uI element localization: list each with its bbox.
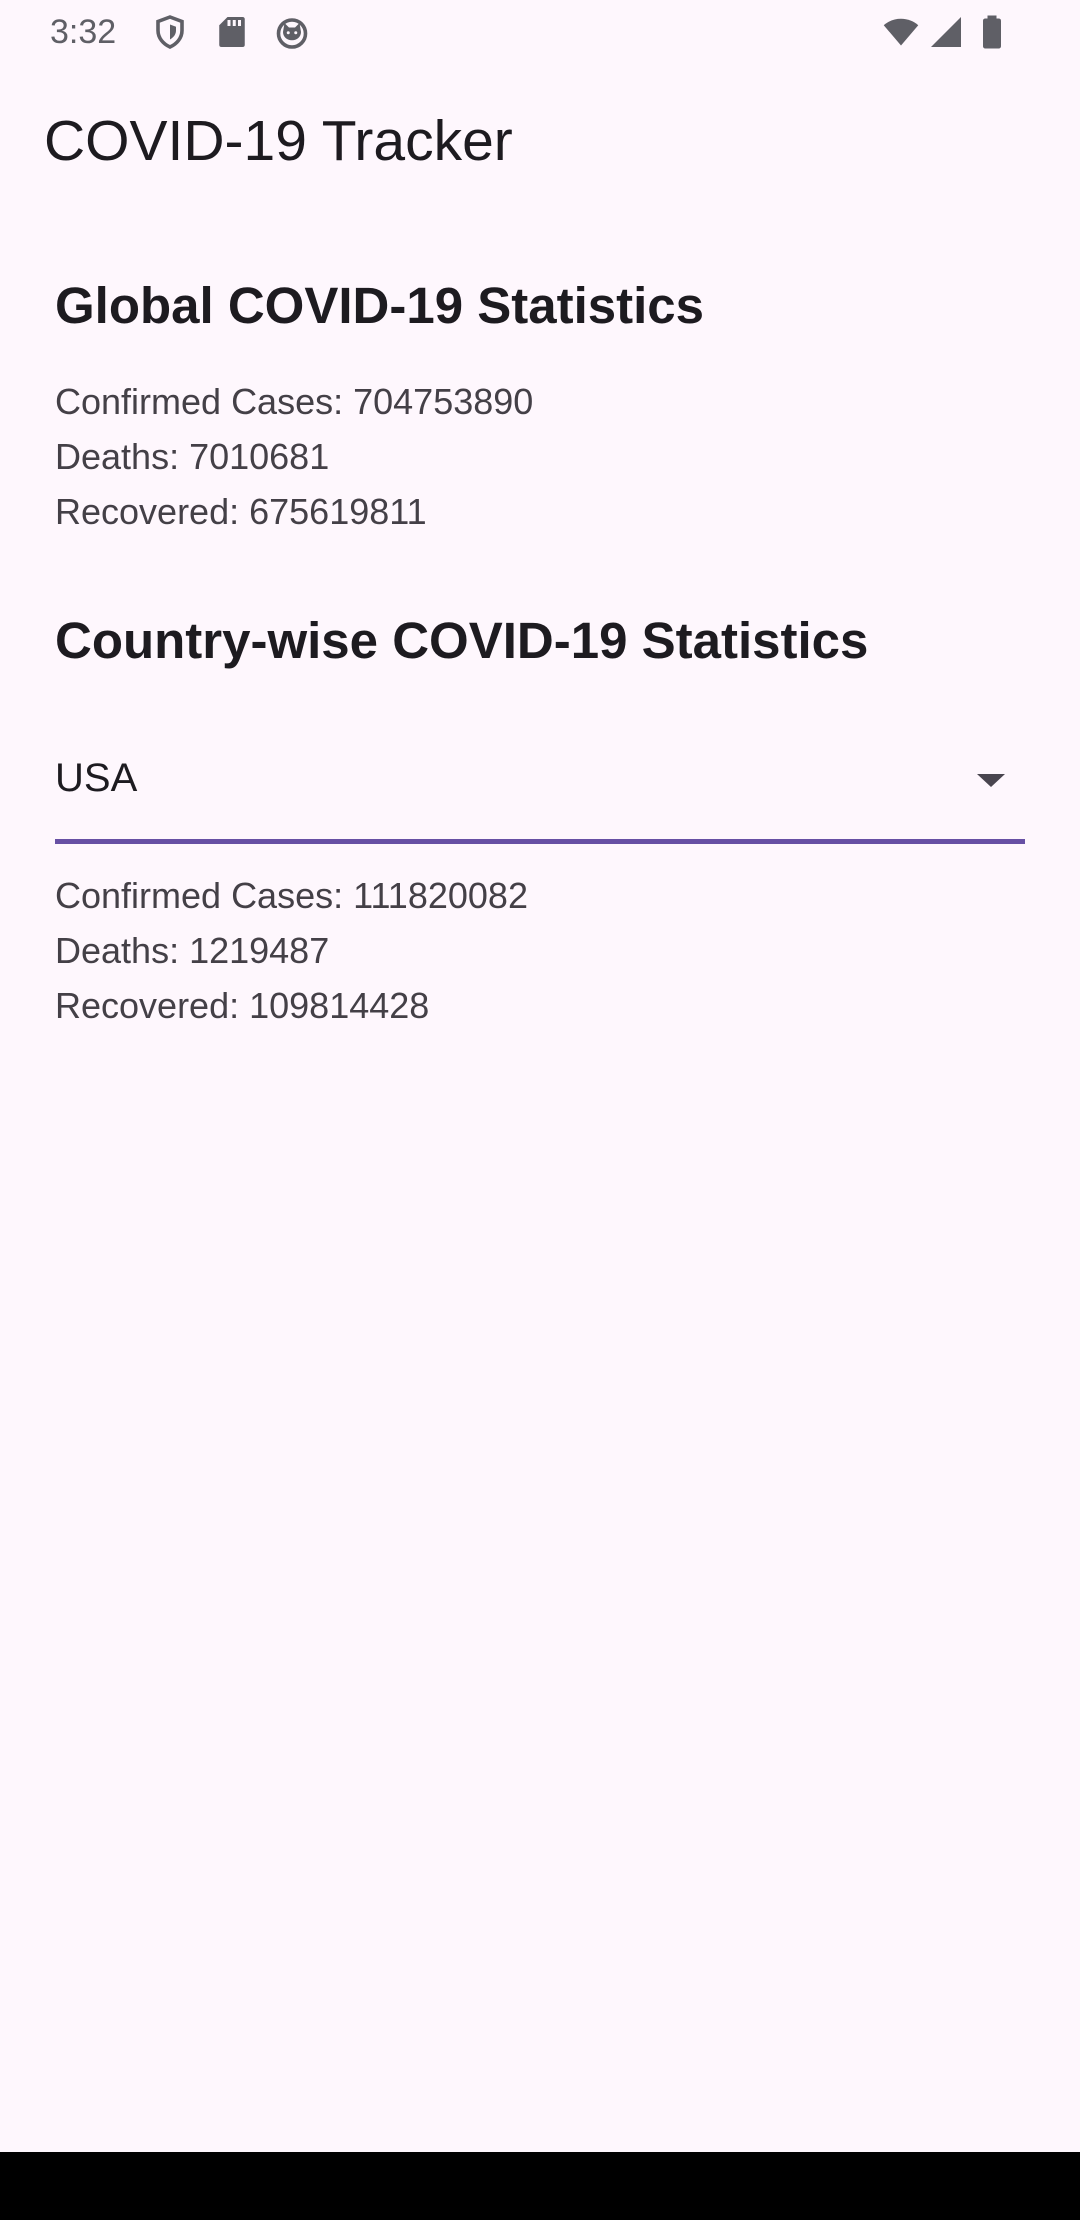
global-confirmed-value: 704753890: [353, 381, 534, 422]
country-deaths-label: Deaths:: [55, 930, 190, 971]
country-recovered-label: Recovered:: [55, 985, 250, 1026]
global-recovered: Recovered: 675619811: [55, 484, 1025, 539]
navigation-bar: [0, 2152, 1080, 2220]
global-deaths: Deaths: 7010681: [55, 429, 1025, 484]
wifi-icon: [880, 14, 922, 50]
battery-icon: [978, 14, 1006, 50]
global-stats-list: Confirmed Cases: 704753890 Deaths: 70106…: [55, 374, 1025, 539]
country-dropdown-value: USA: [55, 756, 138, 800]
global-confirmed-label: Confirmed Cases:: [55, 381, 354, 422]
app-title: COVID-19 Tracker: [44, 109, 513, 173]
country-confirmed-cases: Confirmed Cases: 111820082: [55, 868, 1025, 923]
sd-card-icon: [214, 14, 250, 50]
country-recovered-value: 109814428: [249, 985, 430, 1026]
chevron-down-icon: [975, 770, 1007, 790]
dropdown-underline: [55, 839, 1025, 844]
app-bar: COVID-19 Tracker: [0, 66, 1080, 216]
cat-icon: [274, 14, 310, 50]
country-stats-header: Country-wise COVID-19 Statistics: [55, 605, 1025, 677]
shield-icon: [152, 14, 188, 50]
country-deaths-value: 1219487: [189, 930, 330, 971]
country-confirmed-label: Confirmed Cases:: [55, 875, 354, 916]
status-bar: 3:32: [0, 0, 1080, 66]
signal-icon: [928, 14, 964, 50]
country-recovered: Recovered: 109814428: [55, 978, 1025, 1033]
country-confirmed-value: 111820082: [353, 875, 528, 916]
country-dropdown[interactable]: USA: [55, 730, 1025, 844]
status-time: 3:32: [50, 13, 117, 51]
global-confirmed-cases: Confirmed Cases: 704753890: [55, 374, 1025, 429]
country-deaths: Deaths: 1219487: [55, 923, 1025, 978]
global-recovered-label: Recovered:: [55, 491, 250, 532]
global-stats-section: Global COVID-19 Statistics Confirmed Cas…: [55, 270, 1025, 539]
global-recovered-value: 675619811: [249, 491, 427, 532]
global-stats-heading: Global COVID-19 Statistics: [55, 277, 705, 334]
global-deaths-value: 7010681: [189, 436, 330, 477]
global-deaths-label: Deaths:: [55, 436, 190, 477]
country-stats-list: Confirmed Cases: 111820082 Deaths: 12194…: [55, 868, 1025, 1033]
country-stats-heading: Country-wise COVID-19 Statistics: [55, 612, 869, 669]
